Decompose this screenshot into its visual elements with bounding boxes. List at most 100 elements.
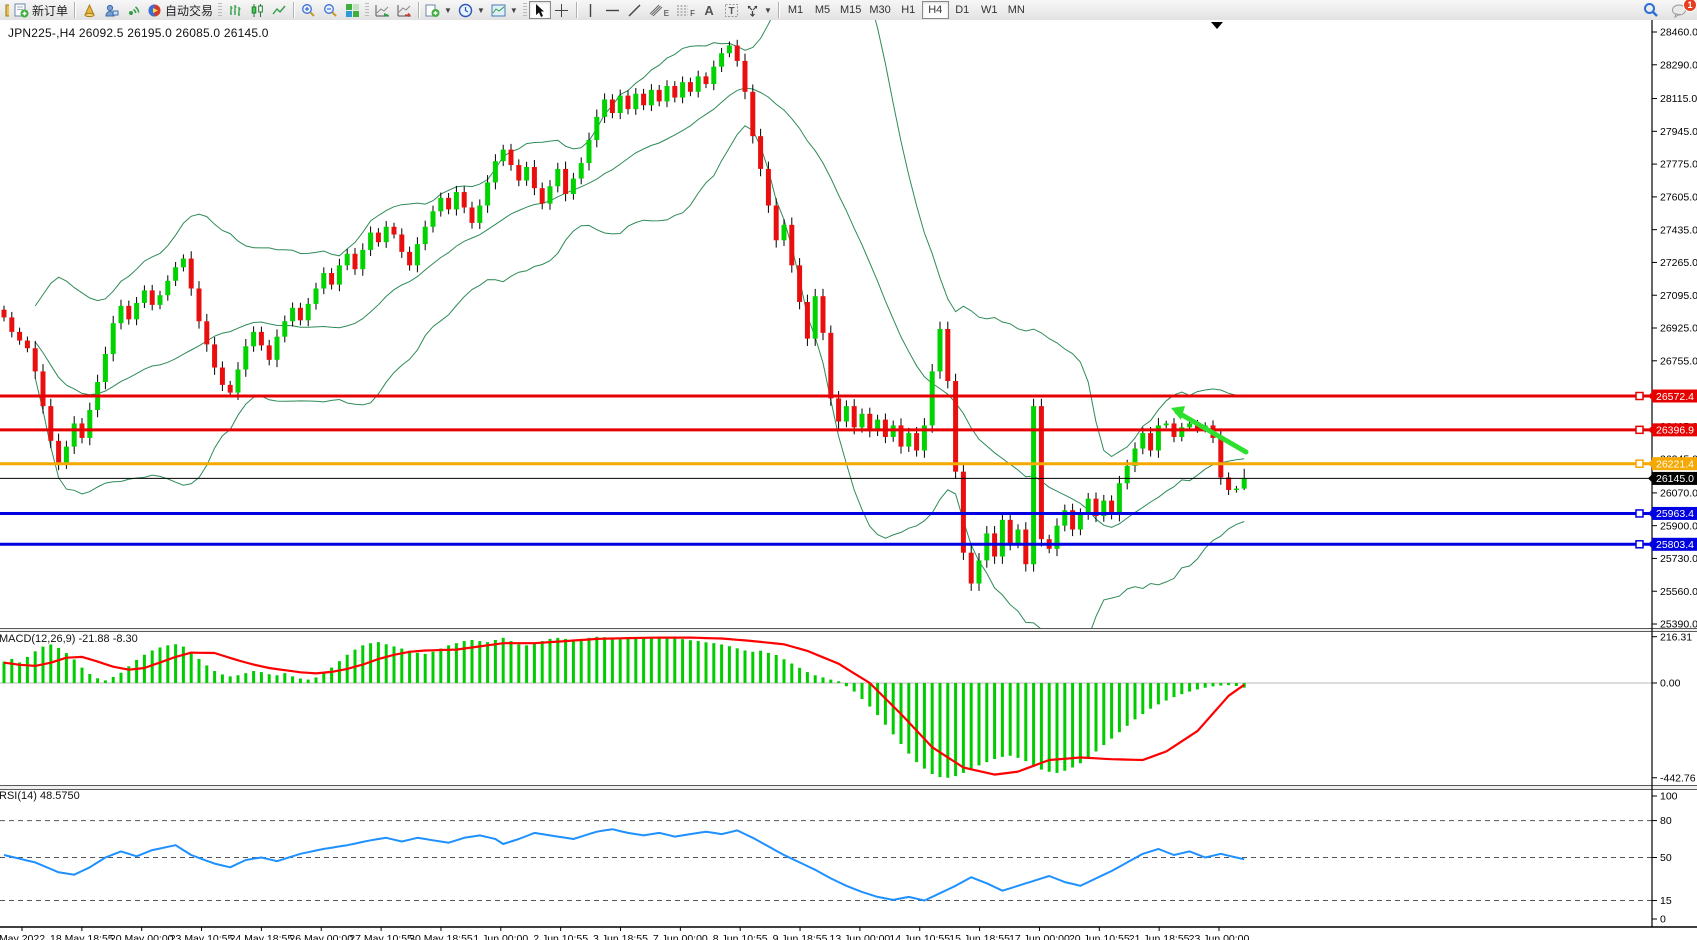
axis-label: 50 [1660,852,1672,864]
expert-advisor-button[interactable] [100,1,122,19]
chart-area[interactable]: May 202218 May 18:5520 May 00:0023 May 1… [0,20,1697,940]
dropdown-caret: ▼ [510,6,518,15]
signal-button[interactable] [122,1,144,19]
cone-tool-button[interactable] [78,1,100,19]
auto-trading-button[interactable]: 自动交易 [144,1,216,19]
dropdown-caret: ▼ [764,6,772,15]
cursor-tool-button[interactable] [529,1,551,19]
candle-body [368,233,373,250]
candle-body [1242,478,1247,488]
candle-body [111,323,116,354]
chart-shift-button[interactable] [393,1,415,19]
line-chart-type-button[interactable] [268,1,290,19]
candle-body [228,385,233,393]
time-label: 13 Jun 00:00 [830,933,891,940]
time-label: May 2022 [0,933,45,940]
horizontal-line-icon [605,3,620,18]
vertical-line-tool-button[interactable] [580,1,602,19]
candle-body [25,341,30,349]
timeframe-m15-button[interactable]: M15 [836,1,865,19]
channel-letter: E [664,9,669,18]
axis-label: 15 [1660,895,1672,907]
tile-windows-button[interactable] [341,1,363,19]
candle-body [399,234,404,251]
fibonacci-tool-button[interactable]: F [672,1,698,19]
bar-chart-type-button[interactable] [224,1,246,19]
toolbar-grip [218,3,222,17]
time-label: 1 Jun 00:00 [473,933,528,940]
timeframe-mn-button[interactable]: MN [1003,1,1030,19]
pane-separator[interactable] [0,786,1697,790]
search-button[interactable] [1640,1,1662,19]
periods-button[interactable]: ▼ [455,1,488,19]
candle-body [337,265,342,284]
cone-icon [82,3,97,18]
candle-body [633,94,638,109]
timeframe-m5-button[interactable]: M5 [809,1,836,19]
candle-body [485,182,490,205]
price-tag-label: 25963.4 [1656,508,1694,520]
axis-label: 28460.0 [1660,27,1697,39]
candlestick-type-button[interactable] [246,1,268,19]
timeframe-h4-button[interactable]: H4 [922,1,949,19]
crosshair-tool-button[interactable] [551,1,573,19]
candle-body [204,321,209,344]
candle-body [774,206,779,241]
axis-label: 0.00 [1660,678,1681,690]
candle-body [1008,520,1013,543]
equidistant-channel-tool-button[interactable]: E [646,1,672,19]
zoom-in-button[interactable] [297,1,319,19]
hline-handle[interactable] [1636,460,1643,467]
candle-body [1187,423,1192,427]
candle-body [462,192,467,207]
trendline-tool-button[interactable] [624,1,646,19]
candle-body [797,265,802,302]
candle-body [665,86,670,101]
arrows-tool-button[interactable]: ▼ [742,1,775,19]
new-order-button[interactable]: 新订单 [11,1,71,19]
price-tag-label: 26221.4 [1656,458,1694,470]
indicators-button[interactable]: ▼ [422,1,455,19]
candle-body [657,90,662,102]
time-label: 7 Jun 00:00 [653,933,708,940]
candle-body [641,94,646,106]
timeframe-m30-button[interactable]: M30 [865,1,894,19]
time-label: 15 Jun 18:55 [949,933,1010,940]
fibonacci-letter: F [690,9,695,18]
timeframe-m1-button[interactable]: M1 [782,1,809,19]
text-label-tool-button[interactable]: T [720,1,742,19]
candle-body [821,296,826,333]
vertical-line-icon [583,3,598,18]
candle-body [220,368,225,385]
zoom-out-button[interactable] [319,1,341,19]
timeframe-h1-button[interactable]: H1 [895,1,922,19]
hline-handle[interactable] [1636,393,1643,400]
notifications-button[interactable]: 1 [1668,1,1691,19]
separator [74,2,75,18]
candle-body [1023,530,1028,565]
auto-scroll-button[interactable] [371,1,393,19]
hline-handle[interactable] [1636,426,1643,433]
timeframe-d1-button[interactable]: D1 [949,1,976,19]
candle-body [1000,520,1005,557]
hline-handle[interactable] [1636,541,1643,548]
candle-body [415,244,420,265]
candle-body [649,90,654,105]
text-tool-button[interactable]: A [698,1,720,19]
candle-body [329,273,334,285]
candle-body [119,306,124,323]
time-label: 17 Jun 00:00 [1009,933,1070,940]
candle-body [735,45,740,60]
candle-body [579,163,584,178]
candle-body [48,406,53,441]
timeframe-w1-button[interactable]: W1 [976,1,1003,19]
candle-body [704,76,709,84]
candle-body [548,186,553,203]
horizontal-line-tool-button[interactable] [602,1,624,19]
candle-body [1086,499,1091,514]
chart-canvas[interactable]: May 202218 May 18:5520 May 00:0023 May 1… [0,20,1697,940]
hline-handle[interactable] [1636,510,1643,517]
templates-button[interactable]: ▼ [488,1,521,19]
candle-body [1117,483,1122,514]
candle-body [836,398,841,421]
